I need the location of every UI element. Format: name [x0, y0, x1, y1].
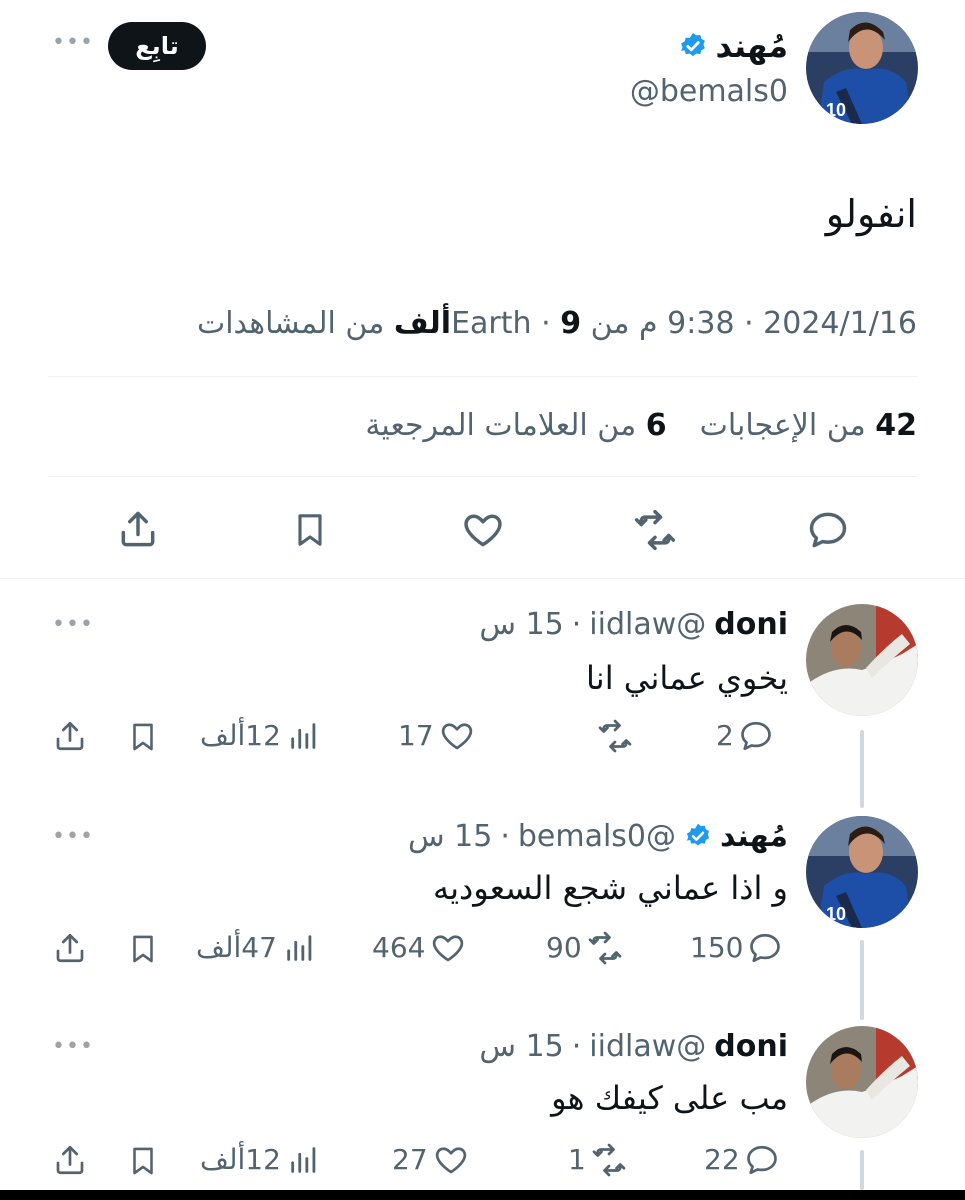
bookmark-icon[interactable] — [126, 1142, 160, 1180]
reply-action-views[interactable]: 12ألف — [200, 718, 321, 754]
svg-text:10: 10 — [826, 904, 846, 924]
main-tweet-text: انفولو — [825, 192, 917, 236]
main-author-name: مُهند — [715, 27, 788, 65]
views-icon — [291, 1147, 316, 1173]
follow-button[interactable]: تابِع — [108, 22, 206, 70]
tweet-date[interactable]: 2024/1/16 — [763, 306, 917, 341]
reply-separator: · — [571, 606, 582, 642]
reply-text: مب على كيفك هو — [551, 1079, 788, 1117]
reply-time[interactable]: 15 س — [408, 819, 492, 854]
follow-button-label: تابِع — [135, 32, 179, 60]
views-count: 12ألف — [200, 1143, 281, 1176]
share-icon[interactable] — [52, 716, 88, 756]
views-icon — [287, 935, 312, 961]
reply-author-name[interactable]: مُهند — [720, 819, 788, 854]
reply-text: و اذا عماني شجع السعوديه — [432, 869, 788, 907]
share-icon[interactable] — [52, 928, 88, 968]
retweet-count: 1 — [568, 1143, 586, 1176]
reply-author-name[interactable]: doni — [714, 607, 788, 642]
bookmark-icon[interactable] — [126, 718, 160, 756]
share-icon[interactable] — [52, 1140, 88, 1180]
bookmarks-stat[interactable]: 6 من العلامات المرجعية — [365, 408, 666, 443]
reply-action-reply[interactable]: 150 — [690, 930, 783, 966]
verified-badge-icon — [684, 822, 712, 850]
thread-line — [860, 1150, 864, 1190]
thread-line — [860, 940, 864, 1020]
divider — [48, 476, 917, 477]
views-count: 12ألف — [200, 719, 281, 752]
section-divider — [0, 578, 965, 579]
reply-more-icon[interactable]: ••• — [52, 826, 94, 848]
reply-author-avatar[interactable] — [806, 1026, 918, 1138]
reply-action-views[interactable]: 12ألف — [200, 1142, 321, 1178]
reply-author-handle[interactable]: @bemals0 — [518, 819, 676, 854]
reply-author-handle[interactable]: @iidlaw — [589, 1029, 706, 1064]
views-icon — [291, 723, 316, 749]
likes-label: من الإعجابات — [699, 408, 866, 443]
thread-line — [860, 730, 864, 808]
like-icon[interactable] — [460, 508, 506, 552]
bookmarks-label: من العلامات المرجعية — [365, 408, 637, 443]
reply-author-name[interactable]: doni — [714, 1029, 788, 1064]
svg-text:10: 10 — [826, 100, 846, 120]
reply-separator: · — [571, 1028, 582, 1064]
reply-count: 22 — [704, 1143, 740, 1176]
reply-more-icon[interactable]: ••• — [52, 1036, 94, 1058]
reply-header: doni @iidlaw · 15 س — [479, 1026, 788, 1066]
main-author-name-row[interactable]: مُهند — [678, 26, 788, 66]
like-count: 17 — [398, 719, 434, 752]
bookmarks-count: 6 — [645, 408, 667, 443]
likes-stat[interactable]: 42 من الإعجابات — [690, 408, 917, 443]
reply-count: 150 — [690, 931, 744, 964]
reply-action-retweet[interactable] — [592, 718, 634, 754]
reply-author-avatar[interactable]: 10 — [806, 816, 918, 928]
main-more-icon[interactable]: ••• — [52, 32, 94, 54]
reply-author-handle[interactable]: @iidlaw — [589, 607, 706, 642]
likes-count: 42 — [875, 408, 917, 443]
reply-action-reply[interactable]: 2 — [716, 718, 774, 754]
verified-badge-icon — [678, 31, 708, 61]
divider — [48, 376, 917, 377]
like-count: 464 — [372, 931, 426, 964]
reply-action-retweet[interactable]: 1 — [568, 1142, 628, 1178]
reply-time[interactable]: 15 س — [479, 1029, 563, 1064]
retweet-icon[interactable] — [632, 508, 678, 552]
bookmark-icon[interactable] — [126, 930, 160, 968]
reply-action-retweet[interactable]: 90 — [546, 930, 624, 966]
reply-action-views[interactable]: 47ألف — [196, 930, 317, 966]
reply-icon[interactable] — [806, 508, 850, 552]
reply-action-like[interactable]: 464 — [372, 930, 467, 966]
bookmark-icon[interactable] — [290, 508, 330, 552]
bottom-edge — [0, 1190, 965, 1200]
tweet-stats: 42 من الإعجابات 6 من العلامات المرجعية — [365, 406, 917, 446]
share-icon[interactable] — [116, 506, 160, 552]
reply-header: مُهند @bemals0 · 15 س — [408, 816, 788, 856]
reply-count: 2 — [716, 719, 734, 752]
reply-action-reply[interactable]: 22 — [704, 1142, 780, 1178]
reply-action-like[interactable]: 27 — [392, 1142, 470, 1178]
reply-header: doni @iidlaw · 15 س — [479, 604, 788, 644]
reply-separator: · — [500, 818, 510, 854]
main-author-avatar[interactable]: 10 — [806, 12, 918, 124]
retweet-count: 90 — [546, 931, 582, 964]
like-count: 27 — [392, 1143, 428, 1176]
reply-author-avatar[interactable] — [806, 604, 918, 716]
tweet-time-source[interactable]: 9:38 م من Earth — [451, 306, 734, 341]
reply-action-like[interactable]: 17 — [398, 718, 476, 754]
reply-text: يخوي عماني انا — [586, 659, 788, 697]
meta-separator: · — [541, 306, 551, 341]
reply-more-icon[interactable]: ••• — [52, 614, 94, 636]
tweet-meta: 2024/1/16 · 9:38 م من Earth · 9ألف من ال… — [197, 304, 917, 344]
views-count: 47ألف — [196, 931, 277, 964]
meta-separator: · — [744, 306, 754, 341]
views-label: من المشاهدات — [196, 306, 385, 341]
reply-time[interactable]: 15 س — [479, 607, 563, 642]
main-author-handle[interactable]: @bemals0 — [630, 72, 788, 112]
